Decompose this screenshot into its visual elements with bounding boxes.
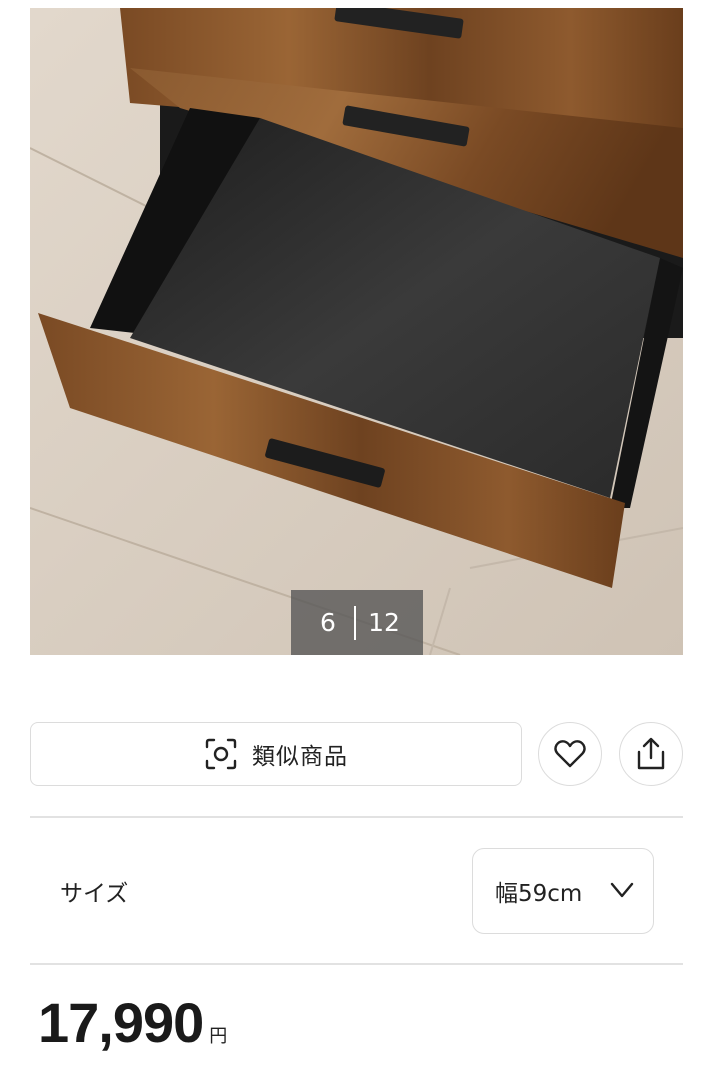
favorite-button[interactable]	[538, 722, 602, 786]
image-counter: 6 12	[291, 590, 423, 655]
price-amount: 17,990	[38, 991, 204, 1054]
size-label: サイズ	[60, 881, 129, 907]
similar-items-button[interactable]: 類似商品	[30, 722, 522, 786]
price: 17,990 円	[38, 990, 227, 1055]
chevron-down-icon	[610, 882, 634, 898]
size-dropdown[interactable]: 幅59cm	[472, 848, 654, 934]
similar-items-label: 類似商品	[252, 744, 348, 770]
share-button[interactable]	[619, 722, 683, 786]
image-counter-current: 6	[320, 608, 336, 637]
price-unit: 円	[209, 1026, 228, 1047]
product-image-gallery[interactable]: 6 12	[30, 8, 683, 655]
heart-icon	[554, 740, 586, 768]
divider	[30, 816, 683, 818]
divider	[30, 963, 683, 965]
image-counter-total: 12	[368, 608, 400, 637]
product-photo	[30, 8, 683, 655]
size-selected-value: 幅59cm	[495, 881, 583, 907]
product-page: 6 12 類似商品 サイズ 幅59cm 17,990 円	[0, 0, 713, 1080]
share-icon	[637, 737, 665, 770]
camera-scan-icon	[204, 737, 238, 771]
